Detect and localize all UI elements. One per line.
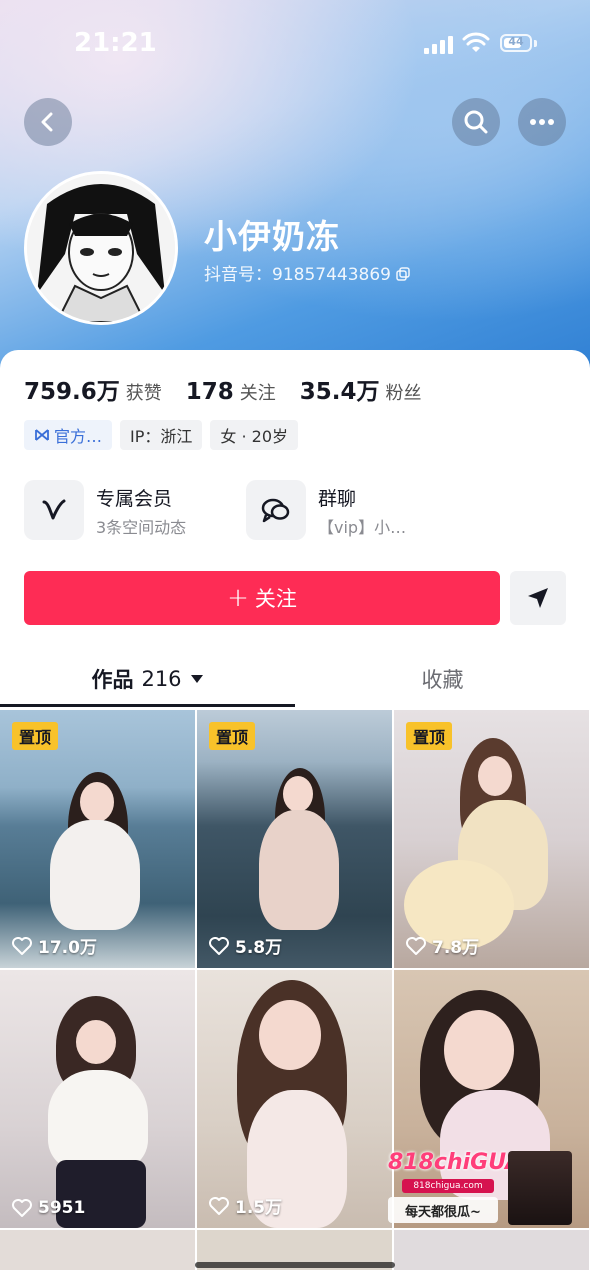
like-count: 7.8万 [406, 933, 479, 958]
status-time: 21:21 [74, 28, 157, 58]
membership-subtitle: 3条空间动态 [96, 518, 187, 537]
like-count-value: 5.8万 [235, 938, 283, 958]
heart-icon [12, 936, 32, 955]
douyin-id[interactable]: 抖音号：91857443869 [204, 260, 411, 285]
video-tile[interactable]: 1.5万 [197, 970, 392, 1228]
back-button[interactable] [24, 98, 72, 146]
wifi-icon [462, 32, 490, 52]
caret-down-icon [190, 675, 203, 683]
video-tile[interactable] [394, 1230, 589, 1270]
like-count: 5951 [12, 1198, 85, 1218]
more-button[interactable] [518, 98, 566, 146]
battery-icon: 44 [500, 34, 532, 52]
message-button[interactable] [510, 571, 566, 625]
membership-title: 专属会员 [96, 488, 173, 510]
like-count: 17.0万 [12, 933, 97, 958]
exclusive-membership-entry[interactable]: 专属会员 3条空间动态 [24, 480, 244, 540]
video-tile[interactable]: 置顶 7.8万 [394, 710, 589, 968]
group-chat-title: 群聊 [318, 488, 357, 510]
status-bar: 21:21 44 [0, 0, 590, 88]
profile-tags: 官方… IP：浙江 女 · 20岁 [24, 420, 299, 450]
follow-label: 关注 [254, 587, 297, 611]
group-chat-entry[interactable]: 群聊 【vip】小… [246, 480, 466, 540]
tab-works-count: 216 [141, 667, 182, 691]
following-count[interactable]: 178 [186, 379, 234, 405]
follow-button[interactable]: + 关注 [24, 571, 500, 625]
heart-icon [12, 1199, 32, 1217]
avatar[interactable] [24, 171, 178, 325]
more-dots-icon [530, 119, 554, 125]
group-chat-icon [246, 480, 306, 540]
promo-url: 818chigua.com [402, 1179, 494, 1193]
home-indicator [195, 1262, 395, 1268]
official-badge-icon [35, 429, 49, 441]
promo-image [508, 1151, 572, 1225]
video-tile[interactable]: 5951 [0, 970, 195, 1228]
promo-slogan: 每天都很瓜~ [388, 1197, 498, 1223]
likes-count: 759.6万 [24, 379, 120, 405]
copy-icon[interactable] [396, 267, 411, 281]
like-count: 1.5万 [209, 1193, 282, 1218]
profile-nickname: 小伊奶冻 [204, 217, 340, 256]
promo-logo: 818chiGUA [388, 1145, 522, 1179]
like-count: 5.8万 [209, 933, 282, 958]
group-chat-subtitle: 【vip】小… [318, 518, 407, 537]
signal-icon [424, 36, 454, 54]
video-tile[interactable]: 置顶 17.0万 [0, 710, 195, 968]
heart-icon [209, 1196, 229, 1215]
like-count-value: 17.0万 [38, 938, 97, 958]
send-arrow-icon [528, 588, 548, 608]
followers-count[interactable]: 35.4万 [300, 372, 380, 406]
promo-banner[interactable]: 818chiGUA 818chigua.com 每天都很瓜~ [388, 1145, 578, 1225]
official-tag[interactable]: 官方… [24, 420, 113, 450]
plus-icon: + [227, 583, 249, 613]
battery-tip [534, 40, 537, 47]
promo-brand: 818chiGUA [388, 1149, 523, 1175]
battery-level: 44 [508, 35, 524, 48]
search-button[interactable] [452, 98, 500, 146]
search-icon [464, 110, 488, 134]
like-count-value: 7.8万 [432, 938, 480, 958]
tab-works[interactable]: 作品 216 [0, 650, 295, 708]
tab-favorites[interactable]: 收藏 [295, 650, 590, 708]
content-tabs: 作品 216 收藏 [0, 650, 590, 710]
following-label[interactable]: 关注 [240, 379, 276, 405]
heart-icon [209, 936, 229, 955]
active-tab-indicator [0, 704, 295, 707]
douyin-id-text: 抖音号：91857443869 [204, 265, 391, 285]
pinned-badge: 置顶 [406, 722, 453, 750]
like-count-value: 5951 [38, 1198, 86, 1218]
ip-tag: IP：浙江 [120, 420, 203, 450]
vip-v-icon [24, 480, 84, 540]
pinned-badge: 置顶 [209, 722, 256, 750]
anime-avatar-illustration [27, 174, 175, 322]
pinned-badge: 置顶 [12, 722, 59, 750]
heart-icon [406, 936, 426, 955]
video-tile[interactable]: 置顶 5.8万 [197, 710, 392, 968]
like-count-value: 1.5万 [235, 1198, 283, 1218]
profile-stats: 759.6万 获赞 178 关注 35.4万 粉丝 [24, 372, 446, 406]
tab-works-label: 作品 [91, 668, 134, 692]
official-tag-label: 官方… [54, 427, 103, 446]
video-tile[interactable] [0, 1230, 195, 1270]
likes-label: 获赞 [125, 383, 162, 404]
chevron-left-icon [41, 112, 53, 132]
followers-label[interactable]: 粉丝 [386, 379, 422, 405]
gender-age-tag: 女 · 20岁 [210, 420, 299, 450]
